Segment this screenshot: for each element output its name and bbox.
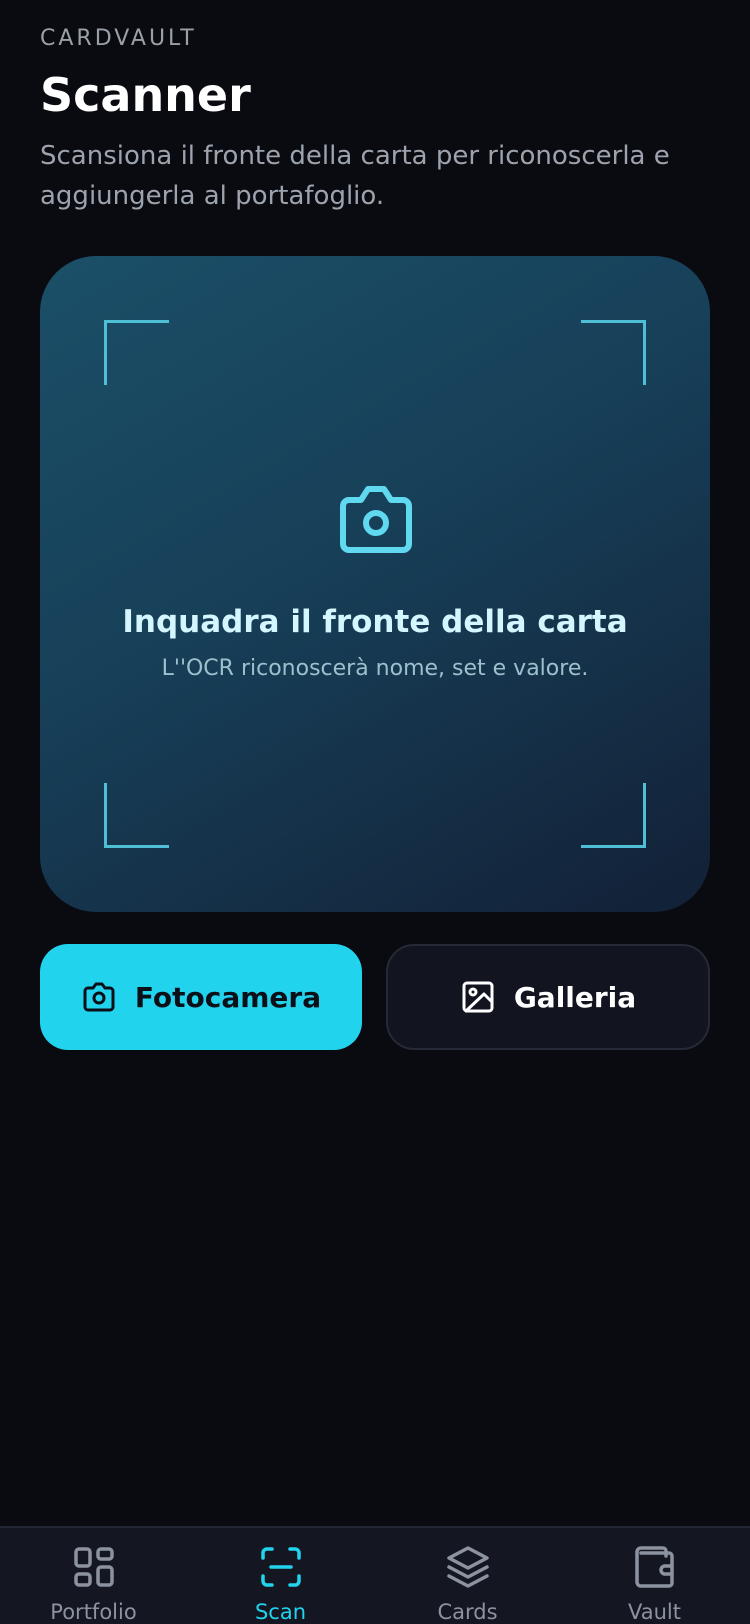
nav-item-portfolio[interactable]: Portfolio [0,1528,187,1624]
corner-mark-bottom-right [581,783,646,848]
corner-mark-top-right [581,320,646,385]
app-label: CARDVAULT [40,26,197,51]
corner-mark-top-left [104,320,169,385]
bottom-nav: Portfolio Scan Cards Vault [0,1526,750,1624]
camera-icon [83,982,115,1012]
nav-item-scan[interactable]: Scan [187,1528,374,1624]
scan-instruction-title: Inquadra il fronte della carta [122,604,628,640]
nav-item-cards[interactable]: Cards [374,1528,561,1624]
scan-icon [261,1547,301,1587]
nav-item-vault[interactable]: Vault [561,1528,748,1624]
camera-icon [340,486,412,553]
camera-button[interactable]: Fotocamera [40,944,362,1050]
nav-label-portfolio: Portfolio [50,1600,137,1624]
page-title: Scanner [40,68,251,122]
nav-label-vault: Vault [628,1600,681,1624]
image-icon [462,981,494,1013]
gallery-button-label: Galleria [513,980,637,1014]
camera-button-label: Fotocamera [134,980,322,1014]
scan-instruction-hint: L''OCR riconoscerà nome, set e valore. [161,656,589,681]
corner-mark-bottom-left [104,783,169,848]
nav-label-scan: Scan [254,1600,307,1624]
gallery-button[interactable]: Galleria [386,944,710,1050]
nav-label-cards: Cards [437,1600,498,1624]
layers-icon [447,1546,489,1588]
grid-icon [74,1547,114,1587]
wallet-icon [635,1546,674,1588]
page-subtitle: Scansiona il fronte della carta per rico… [40,141,670,211]
scan-viewfinder[interactable]: Inquadra il fronte della carta L''OCR ri… [40,256,710,912]
